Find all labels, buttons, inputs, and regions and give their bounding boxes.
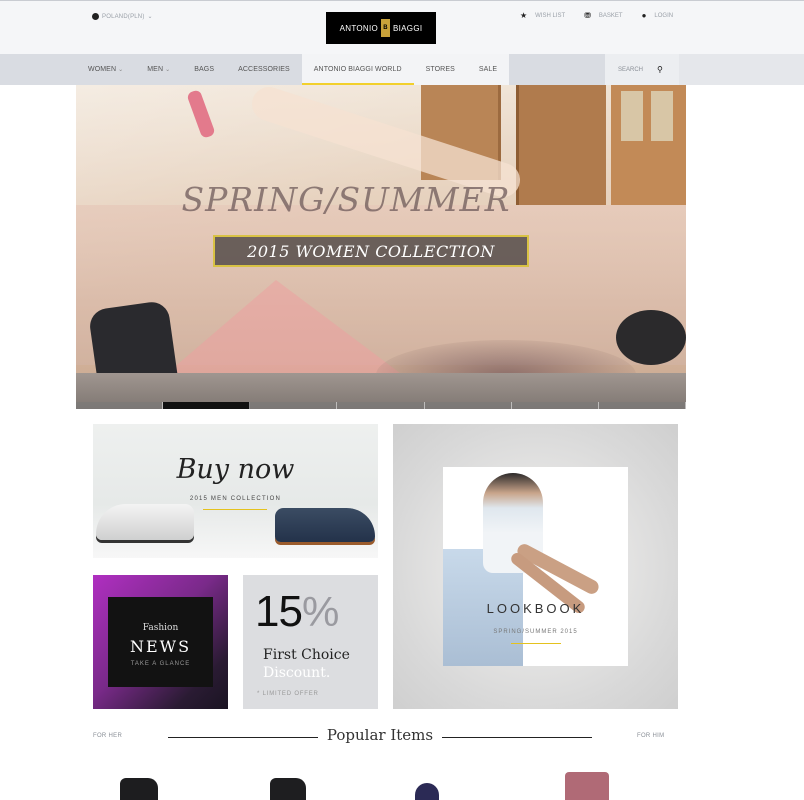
login-label: LOGIN <box>654 13 674 19</box>
white-shoe-image <box>96 504 194 540</box>
globe-icon <box>92 13 99 20</box>
locale-label: POLAND(PLN) <box>102 13 145 20</box>
basket-link[interactable]: ⛃ BASKET <box>584 12 622 20</box>
login-link[interactable]: ● LOGIN <box>642 12 674 20</box>
nav-item-sale[interactable]: SALE <box>466 54 510 85</box>
search-icon[interactable]: ⚲ <box>657 65 663 74</box>
nav-item-label: ACCESSORIES <box>238 66 290 73</box>
top-bar: POLAND(PLN) ⌄ ANTONIO B BIAGGI ★ WISH LI… <box>0 0 804 54</box>
nav-item-bags[interactable]: BAGS <box>182 54 226 85</box>
hero-cabinet-glass <box>651 91 673 141</box>
nav-item-world[interactable]: ANTONIO BIAGGI WORLD <box>301 54 414 85</box>
news-tile[interactable]: Fashion NEWS TAKE A GLANCE <box>93 575 228 709</box>
locale-selector[interactable]: POLAND(PLN) ⌄ <box>92 13 153 20</box>
top-links: ★ WISH LIST ⛃ BASKET ● LOGIN <box>520 12 673 20</box>
news-kicker: Fashion <box>142 623 179 633</box>
nav-item-label: WOMEN <box>88 66 117 73</box>
logo[interactable]: ANTONIO B BIAGGI <box>326 12 436 44</box>
basket-label: BASKET <box>598 13 623 19</box>
chevron-down-icon: ⌄ <box>165 67 171 73</box>
nav-item-men[interactable]: MEN ⌄ <box>135 54 182 85</box>
nav-item-stores[interactable]: STORES <box>413 54 467 85</box>
buy-now-subtitle: 2015 MEN COLLECTION <box>189 496 282 502</box>
nav-spacer <box>679 54 804 85</box>
nav-items: WOMEN ⌄ MEN ⌄ BAGS ACCESSORIES ANTONIO BIA… <box>76 54 510 85</box>
offer-percent-number: 15 <box>255 587 303 636</box>
popular-divider <box>168 737 318 738</box>
slider-dot[interactable] <box>424 402 512 409</box>
hero-title: SPRING/SUMMER <box>181 180 511 219</box>
popular-divider <box>442 737 592 738</box>
buy-now-heading: Buy now <box>176 454 295 485</box>
lookbook-tile[interactable]: LOOKBOOK SPRING/SUMMER 2015 <box>393 424 678 709</box>
offer-tile[interactable]: 15% First Choice Discount. * LIMITED OFF… <box>243 575 378 709</box>
user-icon: ● <box>641 11 647 20</box>
lookbook-card: LOOKBOOK SPRING/SUMMER 2015 <box>443 467 628 666</box>
lookbook-underline <box>511 643 561 644</box>
nav-item-label: SALE <box>478 66 498 73</box>
offer-line1: First Choice <box>263 647 350 663</box>
wishlist-label: WISH LIST <box>535 13 566 19</box>
nav-item-label: MEN <box>147 66 164 73</box>
hero-banner[interactable]: SPRING/SUMMER 2015 WOMEN COLLECTION <box>76 85 686 409</box>
nav-item-label: ANTONIO BIAGGI WORLD <box>313 66 402 73</box>
nav-item-women[interactable]: WOMEN ⌄ <box>76 54 135 85</box>
wishlist-link[interactable]: ★ WISH LIST <box>520 12 565 20</box>
search-label: SEARCH <box>618 66 644 73</box>
product-image[interactable] <box>270 778 306 800</box>
nav-item-accessories[interactable]: ACCESSORIES <box>226 54 302 85</box>
slider-dot[interactable] <box>511 402 599 409</box>
page: POLAND(PLN) ⌄ ANTONIO B BIAGGI ★ WISH LI… <box>0 0 804 800</box>
hero-cabinet-glass <box>621 91 643 141</box>
offer-note: * LIMITED OFFER <box>257 691 319 697</box>
lookbook-subtitle: SPRING/SUMMER 2015 <box>493 629 578 635</box>
main-nav: WOMEN ⌄ MEN ⌄ BAGS ACCESSORIES ANTONIO BIA… <box>0 54 804 85</box>
logo-mark: B <box>381 19 391 37</box>
logo-left-text: ANTONIO <box>339 23 379 33</box>
star-icon: ★ <box>520 11 528 20</box>
slider-dot-active[interactable] <box>163 402 251 409</box>
buy-now-underline <box>203 509 267 510</box>
news-subtitle: TAKE A GLANCE <box>130 661 191 667</box>
hero-slider-dots <box>76 402 686 409</box>
lookbook-heading: LOOKBOOK <box>486 601 585 616</box>
product-image[interactable] <box>415 783 439 800</box>
basket-icon: ⛃ <box>584 11 591 20</box>
nav-item-label: STORES <box>425 66 455 73</box>
chevron-down-icon: ⌄ <box>147 14 153 20</box>
hero-pink-shoe <box>186 89 216 139</box>
search-box[interactable]: SEARCH ⚲ <box>605 54 679 85</box>
product-image[interactable] <box>565 772 609 800</box>
news-box: Fashion NEWS TAKE A GLANCE <box>108 597 213 687</box>
offer-percent: 15% <box>255 587 339 637</box>
slider-dot[interactable] <box>250 402 338 409</box>
popular-for-him-link[interactable]: FOR HIM <box>637 733 664 739</box>
chevron-down-icon: ⌄ <box>118 67 124 73</box>
logo-right-text: BIAGGI <box>393 23 423 33</box>
news-heading: NEWS <box>129 637 192 656</box>
slider-dot[interactable] <box>337 402 425 409</box>
offer-percent-sign: % <box>301 588 339 635</box>
navy-shoe-image <box>275 508 375 542</box>
slider-dot[interactable] <box>598 402 686 409</box>
popular-title: Popular Items <box>326 726 434 744</box>
hero-collection-button[interactable]: 2015 WOMEN COLLECTION <box>213 235 529 267</box>
offer-line2: Discount. <box>263 665 331 681</box>
nav-item-label: BAGS <box>194 66 215 73</box>
slider-dot[interactable] <box>76 402 164 409</box>
hero-model-hair <box>616 310 686 365</box>
buy-now-tile[interactable]: Buy now 2015 MEN COLLECTION <box>93 424 378 558</box>
popular-for-her-link[interactable]: FOR HER <box>93 733 122 739</box>
product-image[interactable] <box>120 778 158 800</box>
